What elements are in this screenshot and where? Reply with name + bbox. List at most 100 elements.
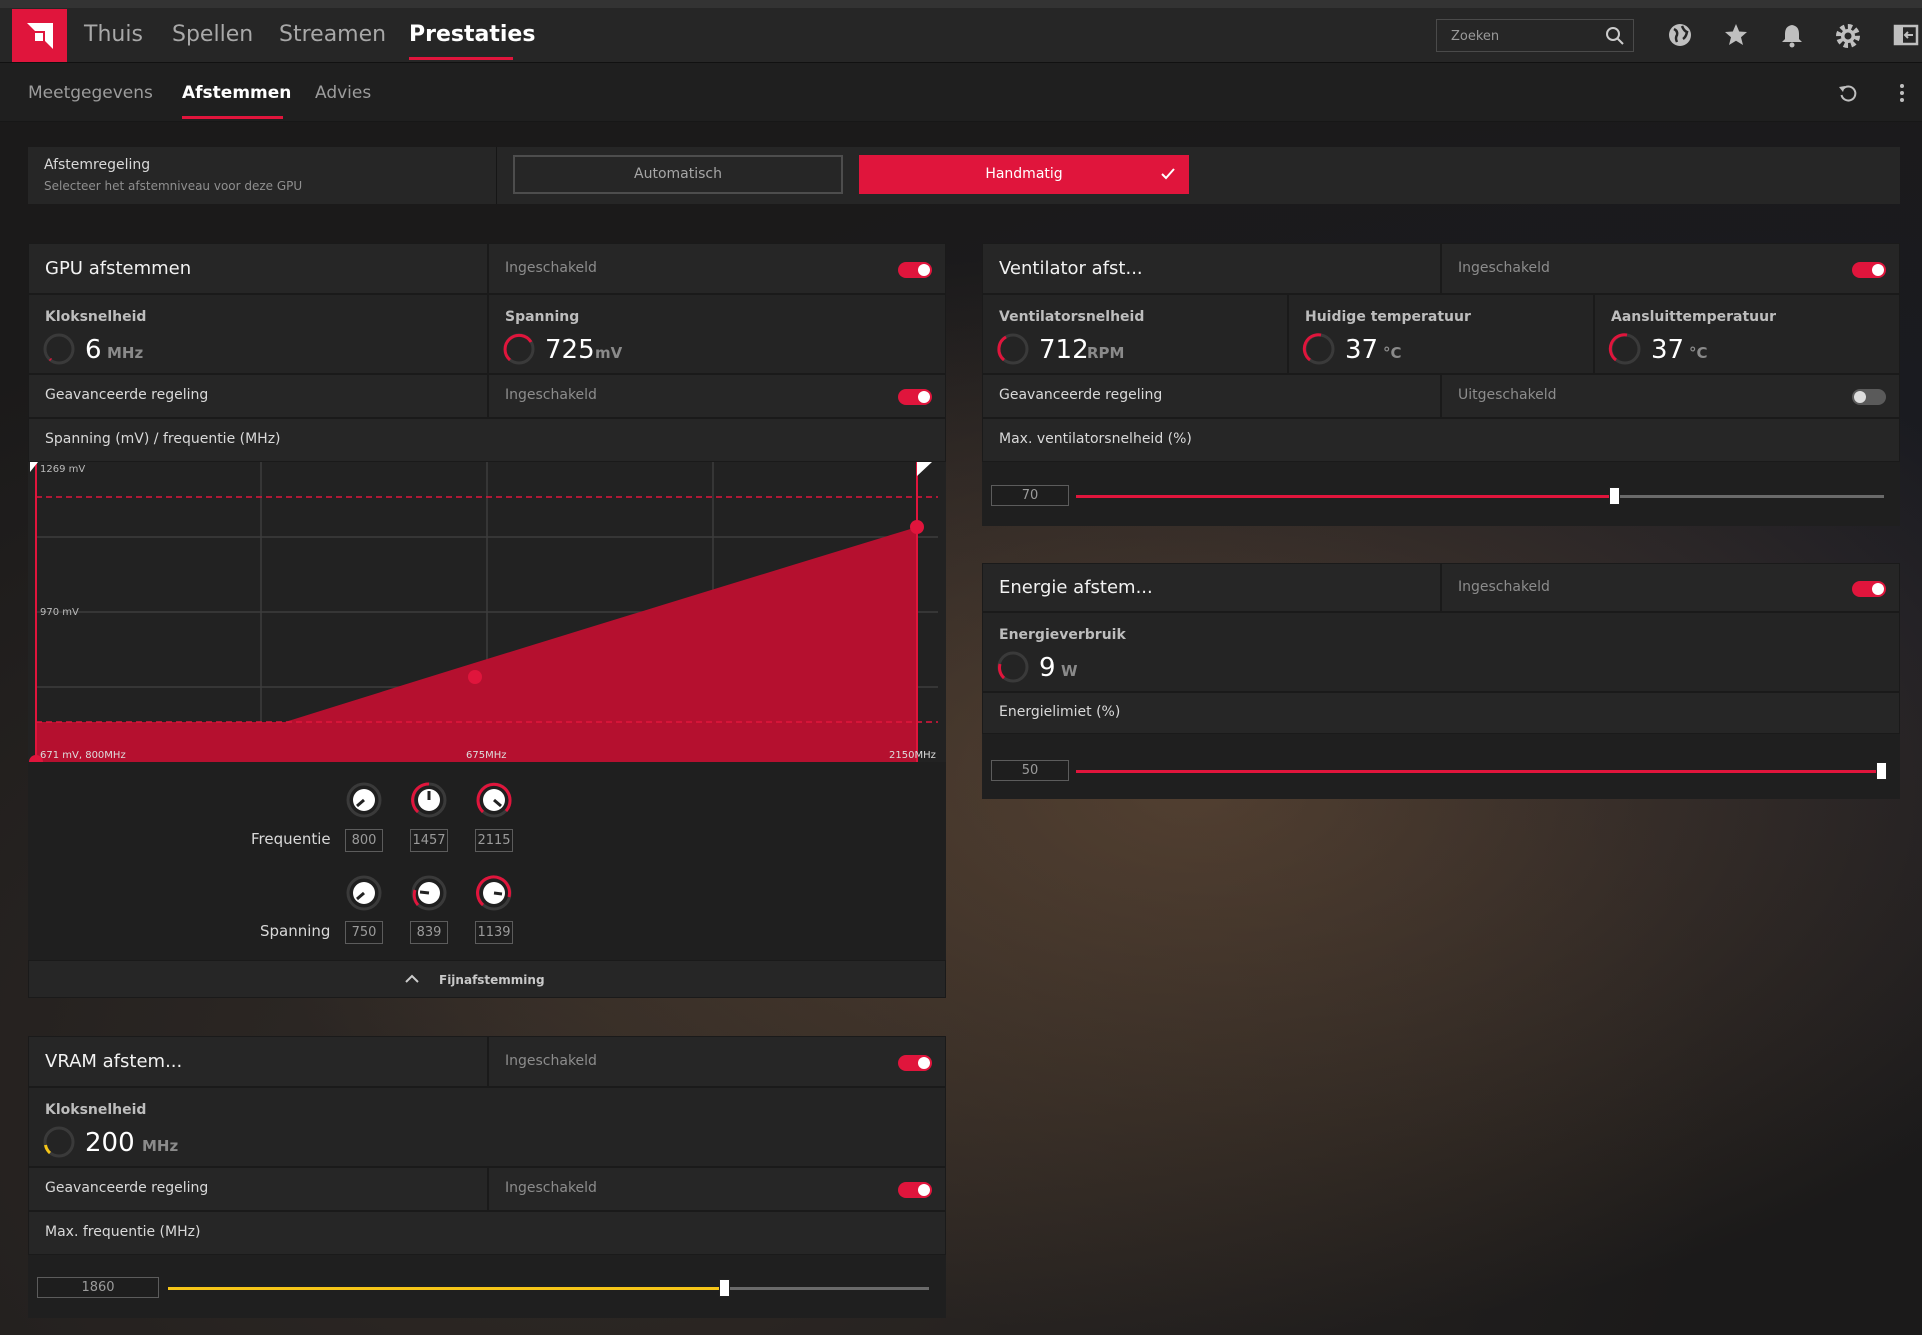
voltage-value-1[interactable]: 750	[345, 921, 383, 944]
gpu-clock-value: 6	[85, 335, 102, 365]
search-box[interactable]	[1436, 19, 1634, 53]
fan-speed-label: Ventilatorsnelheid	[999, 309, 1145, 325]
more-options-icon[interactable]	[1897, 82, 1907, 104]
voltage-frequency-curve[interactable]: 1269 mV 970 mV 671 mV, 800MHz 675MHz 215…	[28, 462, 946, 762]
fine-tune-bar[interactable]: Fijnafstemming	[28, 960, 946, 998]
frequency-value-1[interactable]: 800	[345, 829, 383, 852]
tab-advies[interactable]: Advies	[315, 83, 371, 103]
power-status-cell: Ingeschakeld	[1441, 563, 1900, 612]
fan-advanced-toggle[interactable]	[1852, 389, 1886, 405]
power-limit-slider[interactable]	[1076, 770, 1884, 773]
fan-toggle[interactable]	[1852, 262, 1886, 278]
frequency-knob-3[interactable]	[475, 781, 513, 819]
nav-prestaties[interactable]: Prestaties	[409, 22, 535, 47]
current-temp-label: Huidige temperatuur	[1305, 309, 1471, 325]
automatic-button[interactable]: Automatisch	[513, 155, 843, 194]
current-temp-value: 37	[1345, 335, 1379, 365]
power-tuning-panel: Energie afstem... Ingeschakeld Energieve…	[982, 563, 1900, 799]
fan-max-speed-input[interactable]: 70	[991, 485, 1069, 506]
gpu-toggle[interactable]	[898, 262, 932, 278]
gpu-clock-gauge	[43, 333, 75, 365]
vram-advanced-status: Ingeschakeld	[505, 1180, 597, 1196]
star-icon[interactable]	[1723, 22, 1749, 48]
frequency-value-2[interactable]: 1457	[410, 829, 448, 852]
fan-speed-unit: RPM	[1087, 344, 1125, 362]
fan-status: Ingeschakeld	[1458, 260, 1550, 276]
junction-temp-label: Aansluittemperatuur	[1611, 309, 1777, 325]
gpu-clock-label: Kloksnelheid	[45, 309, 147, 325]
gpu-advanced-toggle[interactable]	[898, 389, 932, 405]
power-toggle[interactable]	[1852, 581, 1886, 597]
vram-max-freq-slider[interactable]	[168, 1287, 929, 1290]
power-status: Ingeschakeld	[1458, 579, 1550, 595]
curve-point-3[interactable]	[910, 520, 924, 534]
fan-advanced-label: Geavanceerde regeling	[999, 387, 1163, 403]
manual-button[interactable]: Handmatig	[859, 155, 1189, 194]
manual-button-label: Handmatig	[985, 166, 1063, 182]
search-icon[interactable]	[1605, 26, 1625, 46]
vram-advanced-toggle[interactable]	[898, 1182, 932, 1198]
vram-status: Ingeschakeld	[505, 1053, 597, 1069]
gpu-clock-cell: Kloksnelheid 6 MHz	[28, 294, 488, 374]
chart-top-label: 1269 mV	[40, 464, 85, 475]
voltage-value-3[interactable]: 1139	[475, 921, 513, 944]
power-consumption-label: Energieverbruik	[999, 627, 1126, 643]
frequency-value-3[interactable]: 2115	[475, 829, 513, 852]
fan-advanced-status-cell: Uitgeschakeld	[1441, 374, 1900, 418]
chart-bottom-right-label: 2150MHz	[889, 750, 936, 761]
nav-streamen[interactable]: Streamen	[279, 22, 386, 47]
vram-max-freq-label: Max. frequentie (MHz)	[45, 1224, 201, 1240]
vram-clock-unit: MHz	[142, 1137, 179, 1155]
voltage-knob-3[interactable]	[475, 874, 513, 912]
gpu-voltage-label: Spanning	[505, 309, 580, 325]
curve-point-2[interactable]	[468, 670, 482, 684]
gpu-header: GPU afstemmen	[28, 243, 488, 294]
nav-spellen[interactable]: Spellen	[172, 22, 253, 47]
gear-icon[interactable]	[1834, 22, 1862, 50]
tab-afstemmen[interactable]: Afstemmen	[182, 83, 291, 103]
gpu-status-cell: Ingeschakeld	[488, 243, 946, 294]
window-strip	[0, 0, 1922, 8]
gpu-title: GPU afstemmen	[45, 258, 192, 279]
voltage-knob-1[interactable]	[345, 874, 383, 912]
fan-header: Ventilator afst...	[982, 243, 1441, 294]
power-slider-thumb[interactable]	[1876, 762, 1887, 780]
gpu-advanced-status: Ingeschakeld	[505, 387, 597, 403]
top-bar: Thuis Spellen Streamen Prestaties	[0, 0, 1922, 63]
vram-clock-value: 200	[85, 1128, 135, 1158]
search-input[interactable]	[1437, 20, 1613, 53]
frequency-knob-2[interactable]	[410, 781, 448, 819]
sidebar-toggle-icon[interactable]	[1893, 22, 1919, 48]
chart-bottom-left-label: 671 mV, 800MHz	[40, 750, 126, 761]
vram-header: VRAM afstem...	[28, 1036, 488, 1087]
tuning-control-subtitle: Selecteer het afstemniveau voor deze GPU	[44, 179, 303, 193]
voltage-knob-2[interactable]	[410, 874, 448, 912]
current-temp-unit: °C	[1383, 344, 1402, 362]
fan-max-speed-slider[interactable]	[1076, 495, 1884, 498]
fan-slider-fill	[1076, 495, 1614, 498]
reset-icon[interactable]	[1837, 82, 1859, 104]
frequency-knob-1[interactable]	[345, 781, 383, 819]
vram-toggle[interactable]	[898, 1055, 932, 1071]
current-temp-gauge	[1302, 333, 1335, 365]
vram-clock-gauge	[43, 1126, 75, 1158]
gpu-status: Ingeschakeld	[505, 260, 597, 276]
voltage-value-2[interactable]: 839	[410, 921, 448, 944]
chart-mid-label: 970 mV	[40, 607, 79, 618]
chevron-up-icon	[405, 974, 419, 983]
tab-meetgegevens[interactable]: Meetgegevens	[28, 83, 153, 103]
fan-advanced-cell: Geavanceerde regeling	[982, 374, 1441, 418]
fan-slider-thumb[interactable]	[1609, 487, 1620, 505]
fan-tuning-panel: Ventilator afst... Ingeschakeld Ventilat…	[982, 243, 1900, 526]
bell-icon[interactable]	[1779, 22, 1805, 48]
nav-thuis[interactable]: Thuis	[84, 22, 143, 47]
divider	[496, 147, 497, 204]
vram-slider-thumb[interactable]	[719, 1279, 730, 1297]
fan-max-speed-title-cell: Max. ventilatorsnelheid (%)	[982, 418, 1900, 462]
amd-logo[interactable]	[12, 9, 67, 62]
globe-icon[interactable]	[1667, 22, 1693, 48]
gpu-voltage-unit: mV	[595, 344, 623, 362]
power-limit-input[interactable]: 50	[991, 760, 1069, 781]
vram-max-freq-input[interactable]: 1860	[37, 1277, 159, 1298]
fine-tune-label: Fijnafstemming	[439, 973, 545, 987]
